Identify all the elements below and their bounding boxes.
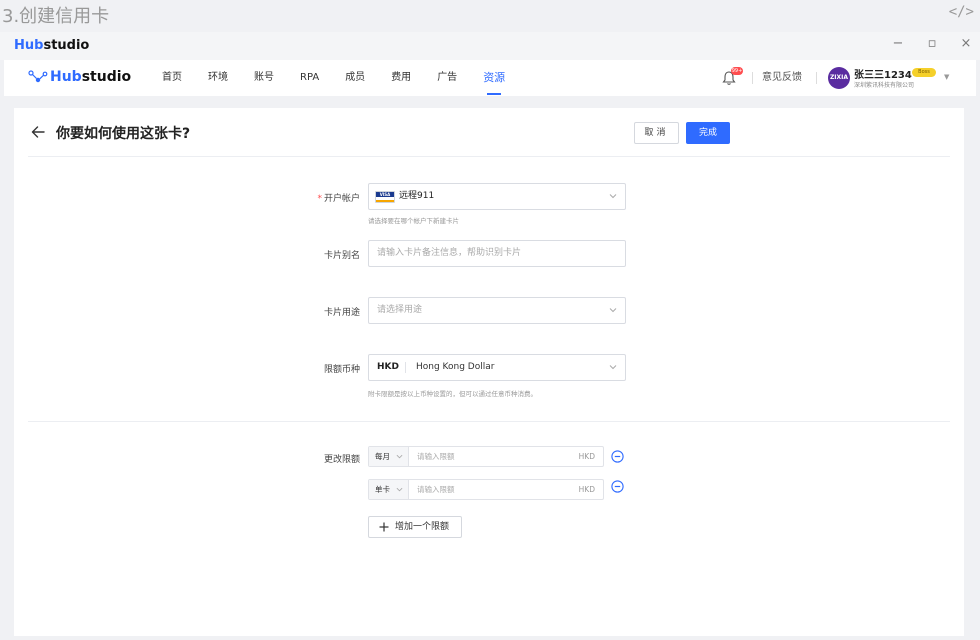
currency-label: 限额币种 bbox=[323, 365, 360, 375]
account-label: * 开户帐户 bbox=[300, 191, 360, 204]
nav-item-billing[interactable]: 费用 bbox=[391, 60, 411, 96]
alias-input[interactable]: 请输入卡片备注信息，帮助识别卡片 bbox=[368, 240, 626, 267]
account-select[interactable]: VISA 远程911 bbox=[368, 183, 626, 210]
usage-label: 卡片用途 bbox=[323, 308, 360, 318]
app-name-suffix: studio bbox=[43, 38, 90, 53]
minimize-icon[interactable]: − bbox=[890, 36, 906, 51]
molecule-icon bbox=[28, 70, 48, 83]
alias-placeholder: 请输入卡片备注信息，帮助识别卡片 bbox=[377, 248, 522, 258]
nav-item-rpa[interactable]: RPA bbox=[300, 60, 319, 96]
back-arrow-icon[interactable] bbox=[30, 125, 46, 139]
visa-card-icon: VISA bbox=[375, 191, 395, 203]
section-divider bbox=[28, 421, 950, 422]
currency-name: Hong Kong Dollar bbox=[416, 362, 495, 372]
remove-limit-icon[interactable] bbox=[611, 450, 624, 463]
window-titlebar: Hubstudio − ▫ × bbox=[0, 32, 980, 60]
chevron-down-icon bbox=[609, 194, 617, 199]
app-name-prefix: Hub bbox=[14, 38, 44, 53]
add-limit-label: 增加一个限额 bbox=[395, 522, 450, 532]
nav-menu: 首页 环境 账号 RPA 成员 费用 广告 资源 bbox=[162, 60, 531, 96]
currency-hint: 附卡限额是按以上币种设置的，但可以通过任意币种消费。 bbox=[368, 390, 537, 398]
code-icon[interactable]: </> bbox=[949, 4, 974, 20]
limit-period-value: 每月 bbox=[375, 452, 390, 461]
account-value: 远程911 bbox=[399, 191, 435, 201]
plus-icon bbox=[379, 522, 389, 532]
create-card-panel: 你要如何使用这张卡? 取消 完成 * 开户帐户 VISA 远程911 请选择要在哪… bbox=[14, 108, 964, 636]
caption-title: 3.创建信用卡 bbox=[2, 6, 110, 27]
limit-unit: HKD bbox=[578, 452, 595, 461]
nav-item-resources[interactable]: 资源 bbox=[483, 60, 505, 96]
app-name: Hubstudio bbox=[14, 38, 89, 53]
user-role-badge: Boss bbox=[912, 68, 936, 77]
usage-select[interactable]: 请选择用途 bbox=[368, 297, 626, 324]
nav-item-home[interactable]: 首页 bbox=[162, 60, 182, 96]
account-label-text: 开户帐户 bbox=[323, 194, 360, 204]
close-icon[interactable]: × bbox=[958, 36, 974, 51]
currency-divider bbox=[405, 362, 406, 373]
limit-unit: HKD bbox=[578, 485, 595, 494]
page-title: 你要如何使用这张卡? bbox=[56, 126, 191, 142]
nav-item-members[interactable]: 成员 bbox=[345, 60, 365, 96]
required-mark: * bbox=[317, 194, 322, 204]
currency-select[interactable]: HKD Hong Kong Dollar bbox=[368, 354, 626, 381]
feedback-link[interactable]: 意见反馈 bbox=[762, 60, 802, 96]
limit-row-per-card: 单卡 请输入限额 HKD bbox=[368, 479, 604, 500]
account-hint: 请选择要在哪个帐户下新建卡片 bbox=[368, 217, 459, 225]
avatar[interactable]: ZIXIA bbox=[828, 67, 850, 89]
top-navbar: Hub studio 首页 环境 账号 RPA 成员 费用 广告 资源 99+ 意… bbox=[4, 60, 976, 96]
nav-divider bbox=[816, 72, 817, 84]
cancel-button[interactable]: 取消 bbox=[634, 122, 679, 144]
currency-code: HKD bbox=[377, 362, 399, 372]
usage-placeholder: 请选择用途 bbox=[377, 305, 423, 315]
chevron-down-icon bbox=[396, 487, 403, 492]
chevron-down-icon bbox=[396, 454, 403, 459]
user-name[interactable]: 张三三1234 bbox=[854, 66, 912, 81]
limit-period-select[interactable]: 每月 bbox=[369, 447, 409, 466]
limit-period-select[interactable]: 单卡 bbox=[369, 480, 409, 499]
alias-label: 卡片别名 bbox=[323, 251, 360, 261]
restore-icon[interactable]: ▫ bbox=[924, 36, 940, 51]
done-button[interactable]: 完成 bbox=[686, 122, 730, 144]
nav-item-accounts[interactable]: 账号 bbox=[254, 60, 274, 96]
brand-logo[interactable]: Hub studio bbox=[28, 69, 131, 85]
limit-period-value: 单卡 bbox=[375, 485, 390, 494]
nav-item-environment[interactable]: 环境 bbox=[208, 60, 228, 96]
chevron-down-icon bbox=[609, 365, 617, 370]
limits-label: 更改限额 bbox=[323, 455, 360, 465]
chevron-down-icon[interactable]: ▼ bbox=[944, 73, 949, 81]
remove-limit-icon[interactable] bbox=[611, 480, 624, 493]
limit-amount-input[interactable]: 请输入限额 bbox=[417, 480, 455, 499]
notification-badge: 99+ bbox=[731, 67, 743, 75]
user-company: 深圳紫讯科技有限公司 bbox=[854, 82, 915, 89]
brand-suffix: studio bbox=[81, 69, 132, 85]
nav-divider bbox=[752, 72, 753, 84]
chevron-down-icon bbox=[609, 308, 617, 313]
add-limit-button[interactable]: 增加一个限额 bbox=[368, 516, 462, 538]
limit-row-monthly: 每月 请输入限额 HKD bbox=[368, 446, 604, 467]
limit-amount-input[interactable]: 请输入限额 bbox=[417, 447, 455, 466]
caption-bar: 3.创建信用卡 </> bbox=[0, 0, 980, 32]
window-controls: − ▫ × bbox=[890, 36, 974, 51]
header-divider bbox=[28, 156, 950, 157]
nav-item-ads[interactable]: 广告 bbox=[437, 60, 457, 96]
brand-prefix: Hub bbox=[50, 69, 82, 85]
